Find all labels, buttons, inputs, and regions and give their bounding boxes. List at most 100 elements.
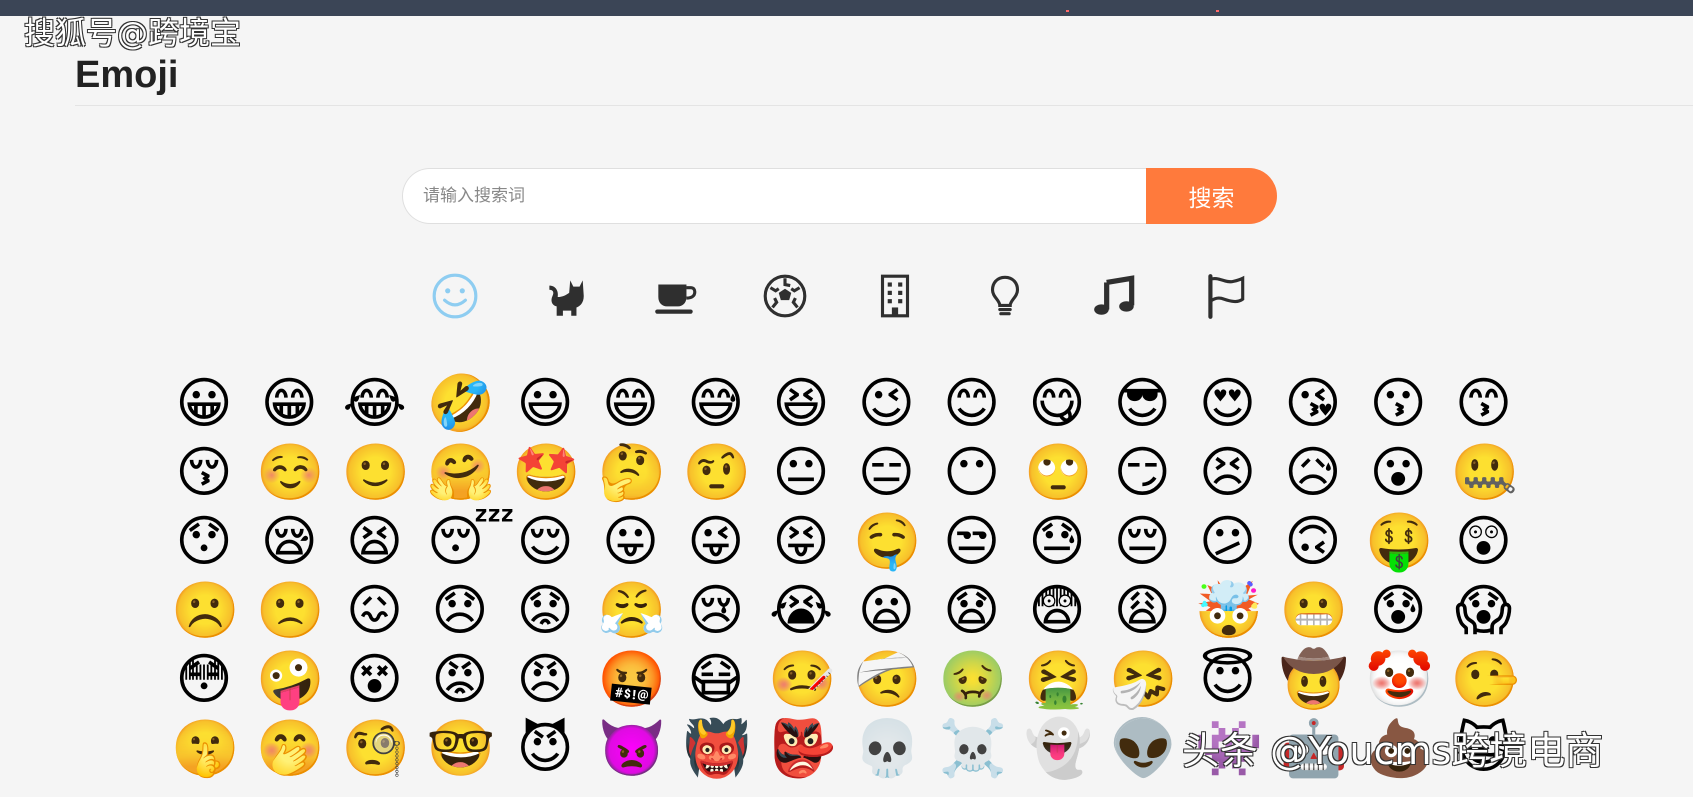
emoji-item[interactable]: 😫	[342, 508, 408, 574]
emoji-item[interactable]: 😳	[171, 646, 237, 712]
emoji-item[interactable]: 😡	[427, 646, 493, 712]
emoji-item[interactable]: 🤒	[768, 646, 836, 712]
emoji-item[interactable]: 😋	[1024, 370, 1090, 436]
tab-places[interactable]	[867, 268, 923, 324]
emoji-item[interactable]: 🙃	[1280, 508, 1346, 574]
emoji-item[interactable]: 🤓	[427, 715, 495, 781]
emoji-item[interactable]: 🤐	[1451, 439, 1519, 505]
emoji-item[interactable]: ☠️	[939, 715, 1007, 781]
emoji-item[interactable]: 😯	[171, 508, 237, 574]
emoji-item[interactable]: 😙	[1451, 370, 1517, 436]
emoji-item[interactable]: 😷	[683, 646, 749, 712]
emoji-item[interactable]: 👿	[598, 715, 666, 781]
emoji-item[interactable]: 😮	[1365, 439, 1431, 505]
emoji-item[interactable]: 😕	[1195, 508, 1261, 574]
emoji-item[interactable]: 🤕	[853, 646, 921, 712]
emoji-item[interactable]: 🤧	[1109, 646, 1177, 712]
emoji-item[interactable]: 😃	[512, 370, 578, 436]
emoji-item[interactable]: 😤	[598, 577, 666, 643]
emoji-item[interactable]: 🤠	[1280, 646, 1348, 712]
emoji-item[interactable]: 😜	[683, 508, 749, 574]
emoji-item[interactable]: 😥	[1280, 439, 1346, 505]
emoji-item[interactable]: 😅	[683, 370, 749, 436]
tab-activities[interactable]	[757, 268, 813, 324]
emoji-item[interactable]: 🤭	[256, 715, 324, 781]
emoji-item[interactable]: 😲	[1451, 508, 1517, 574]
emoji-item[interactable]: 😒	[939, 508, 1005, 574]
emoji-item[interactable]: 😣	[1195, 439, 1261, 505]
emoji-item[interactable]: 😄	[598, 370, 664, 436]
emoji-item[interactable]: 🤣	[427, 370, 495, 436]
tab-symbols[interactable]	[1087, 268, 1143, 324]
emoji-item[interactable]: 😞	[427, 577, 493, 643]
emoji-item[interactable]: 🤥	[1451, 646, 1519, 712]
emoji-item[interactable]: 😶	[939, 439, 1005, 505]
emoji-item[interactable]: 🧐	[342, 715, 410, 781]
emoji-item[interactable]: 🤔	[598, 439, 666, 505]
emoji-item[interactable]: 😭	[768, 577, 834, 643]
emoji-item[interactable]: 💀	[853, 715, 921, 781]
emoji-item[interactable]: 😊	[939, 370, 1005, 436]
tab-smileys[interactable]	[427, 268, 483, 324]
emoji-item[interactable]: 👻	[1024, 715, 1092, 781]
emoji-item[interactable]: 😪	[256, 508, 322, 574]
emoji-item[interactable]: 🤬	[598, 646, 666, 712]
emoji-item[interactable]: 😆	[768, 370, 834, 436]
emoji-item[interactable]: 😁	[256, 370, 322, 436]
emoji-item[interactable]: 😉	[853, 370, 919, 436]
emoji-item[interactable]: ☺️	[256, 439, 324, 505]
tab-flags[interactable]	[1197, 268, 1253, 324]
emoji-item[interactable]: 😴	[427, 508, 515, 574]
tab-food[interactable]	[647, 268, 703, 324]
emoji-item[interactable]: 😀	[171, 370, 237, 436]
search-input[interactable]	[402, 168, 1146, 224]
emoji-item[interactable]: 🤯	[1195, 577, 1263, 643]
emoji-item[interactable]: 🙄	[1024, 439, 1092, 505]
emoji-item[interactable]: 😗	[1365, 370, 1431, 436]
emoji-item[interactable]: 😖	[342, 577, 408, 643]
emoji-item[interactable]: 😂	[342, 370, 408, 436]
emoji-item[interactable]: 😏	[1109, 439, 1175, 505]
emoji-item[interactable]: 😰	[1365, 577, 1431, 643]
emoji-item[interactable]: 🤑	[1365, 508, 1433, 574]
tab-objects[interactable]	[977, 268, 1033, 324]
emoji-item[interactable]: 😩	[1109, 577, 1175, 643]
emoji-item[interactable]: 😇	[1195, 646, 1261, 712]
emoji-item[interactable]: 😟	[512, 577, 578, 643]
emoji-item[interactable]: 🙁	[256, 577, 324, 643]
emoji-item[interactable]: 🤮	[1024, 646, 1092, 712]
emoji-item[interactable]: 😘	[1280, 370, 1346, 436]
emoji-item[interactable]: 😠	[512, 646, 578, 712]
emoji-item[interactable]: 😍	[1195, 370, 1261, 436]
emoji-item[interactable]: 😦	[853, 577, 919, 643]
emoji-item[interactable]: ☹️	[171, 577, 239, 643]
emoji-item[interactable]: 😨	[1024, 577, 1090, 643]
emoji-item[interactable]: 🙂	[342, 439, 410, 505]
emoji-item[interactable]: 😛	[598, 508, 664, 574]
emoji-item[interactable]: 🤗	[427, 439, 495, 505]
emoji-item[interactable]: 😧	[939, 577, 1005, 643]
emoji-item[interactable]: 👹	[683, 715, 751, 781]
emoji-item[interactable]: 🤡	[1365, 646, 1433, 712]
emoji-item[interactable]: 🤩	[512, 439, 580, 505]
emoji-item[interactable]: 🤪	[256, 646, 324, 712]
emoji-item[interactable]: 😌	[512, 508, 578, 574]
search-button[interactable]: 搜索	[1146, 168, 1277, 224]
emoji-item[interactable]: 👺	[768, 715, 836, 781]
emoji-item[interactable]: 😓	[1024, 508, 1090, 574]
emoji-item[interactable]: 🤫	[171, 715, 239, 781]
emoji-item[interactable]: 😈	[512, 715, 578, 781]
tab-animals[interactable]	[537, 268, 593, 324]
emoji-item[interactable]: 😱	[1451, 577, 1517, 643]
emoji-item[interactable]: 😚	[171, 439, 237, 505]
emoji-item[interactable]: 🤤	[853, 508, 921, 574]
emoji-item[interactable]: 👽	[1109, 715, 1177, 781]
emoji-item[interactable]: 😔	[1109, 508, 1175, 574]
emoji-item[interactable]: 😎	[1109, 370, 1175, 436]
emoji-item[interactable]: 😬	[1280, 577, 1348, 643]
emoji-item[interactable]: 🤨	[683, 439, 751, 505]
emoji-item[interactable]: 😵	[342, 646, 408, 712]
emoji-item[interactable]: 😝	[768, 508, 834, 574]
emoji-item[interactable]: 😑	[853, 439, 919, 505]
emoji-item[interactable]: 😢	[683, 577, 749, 643]
